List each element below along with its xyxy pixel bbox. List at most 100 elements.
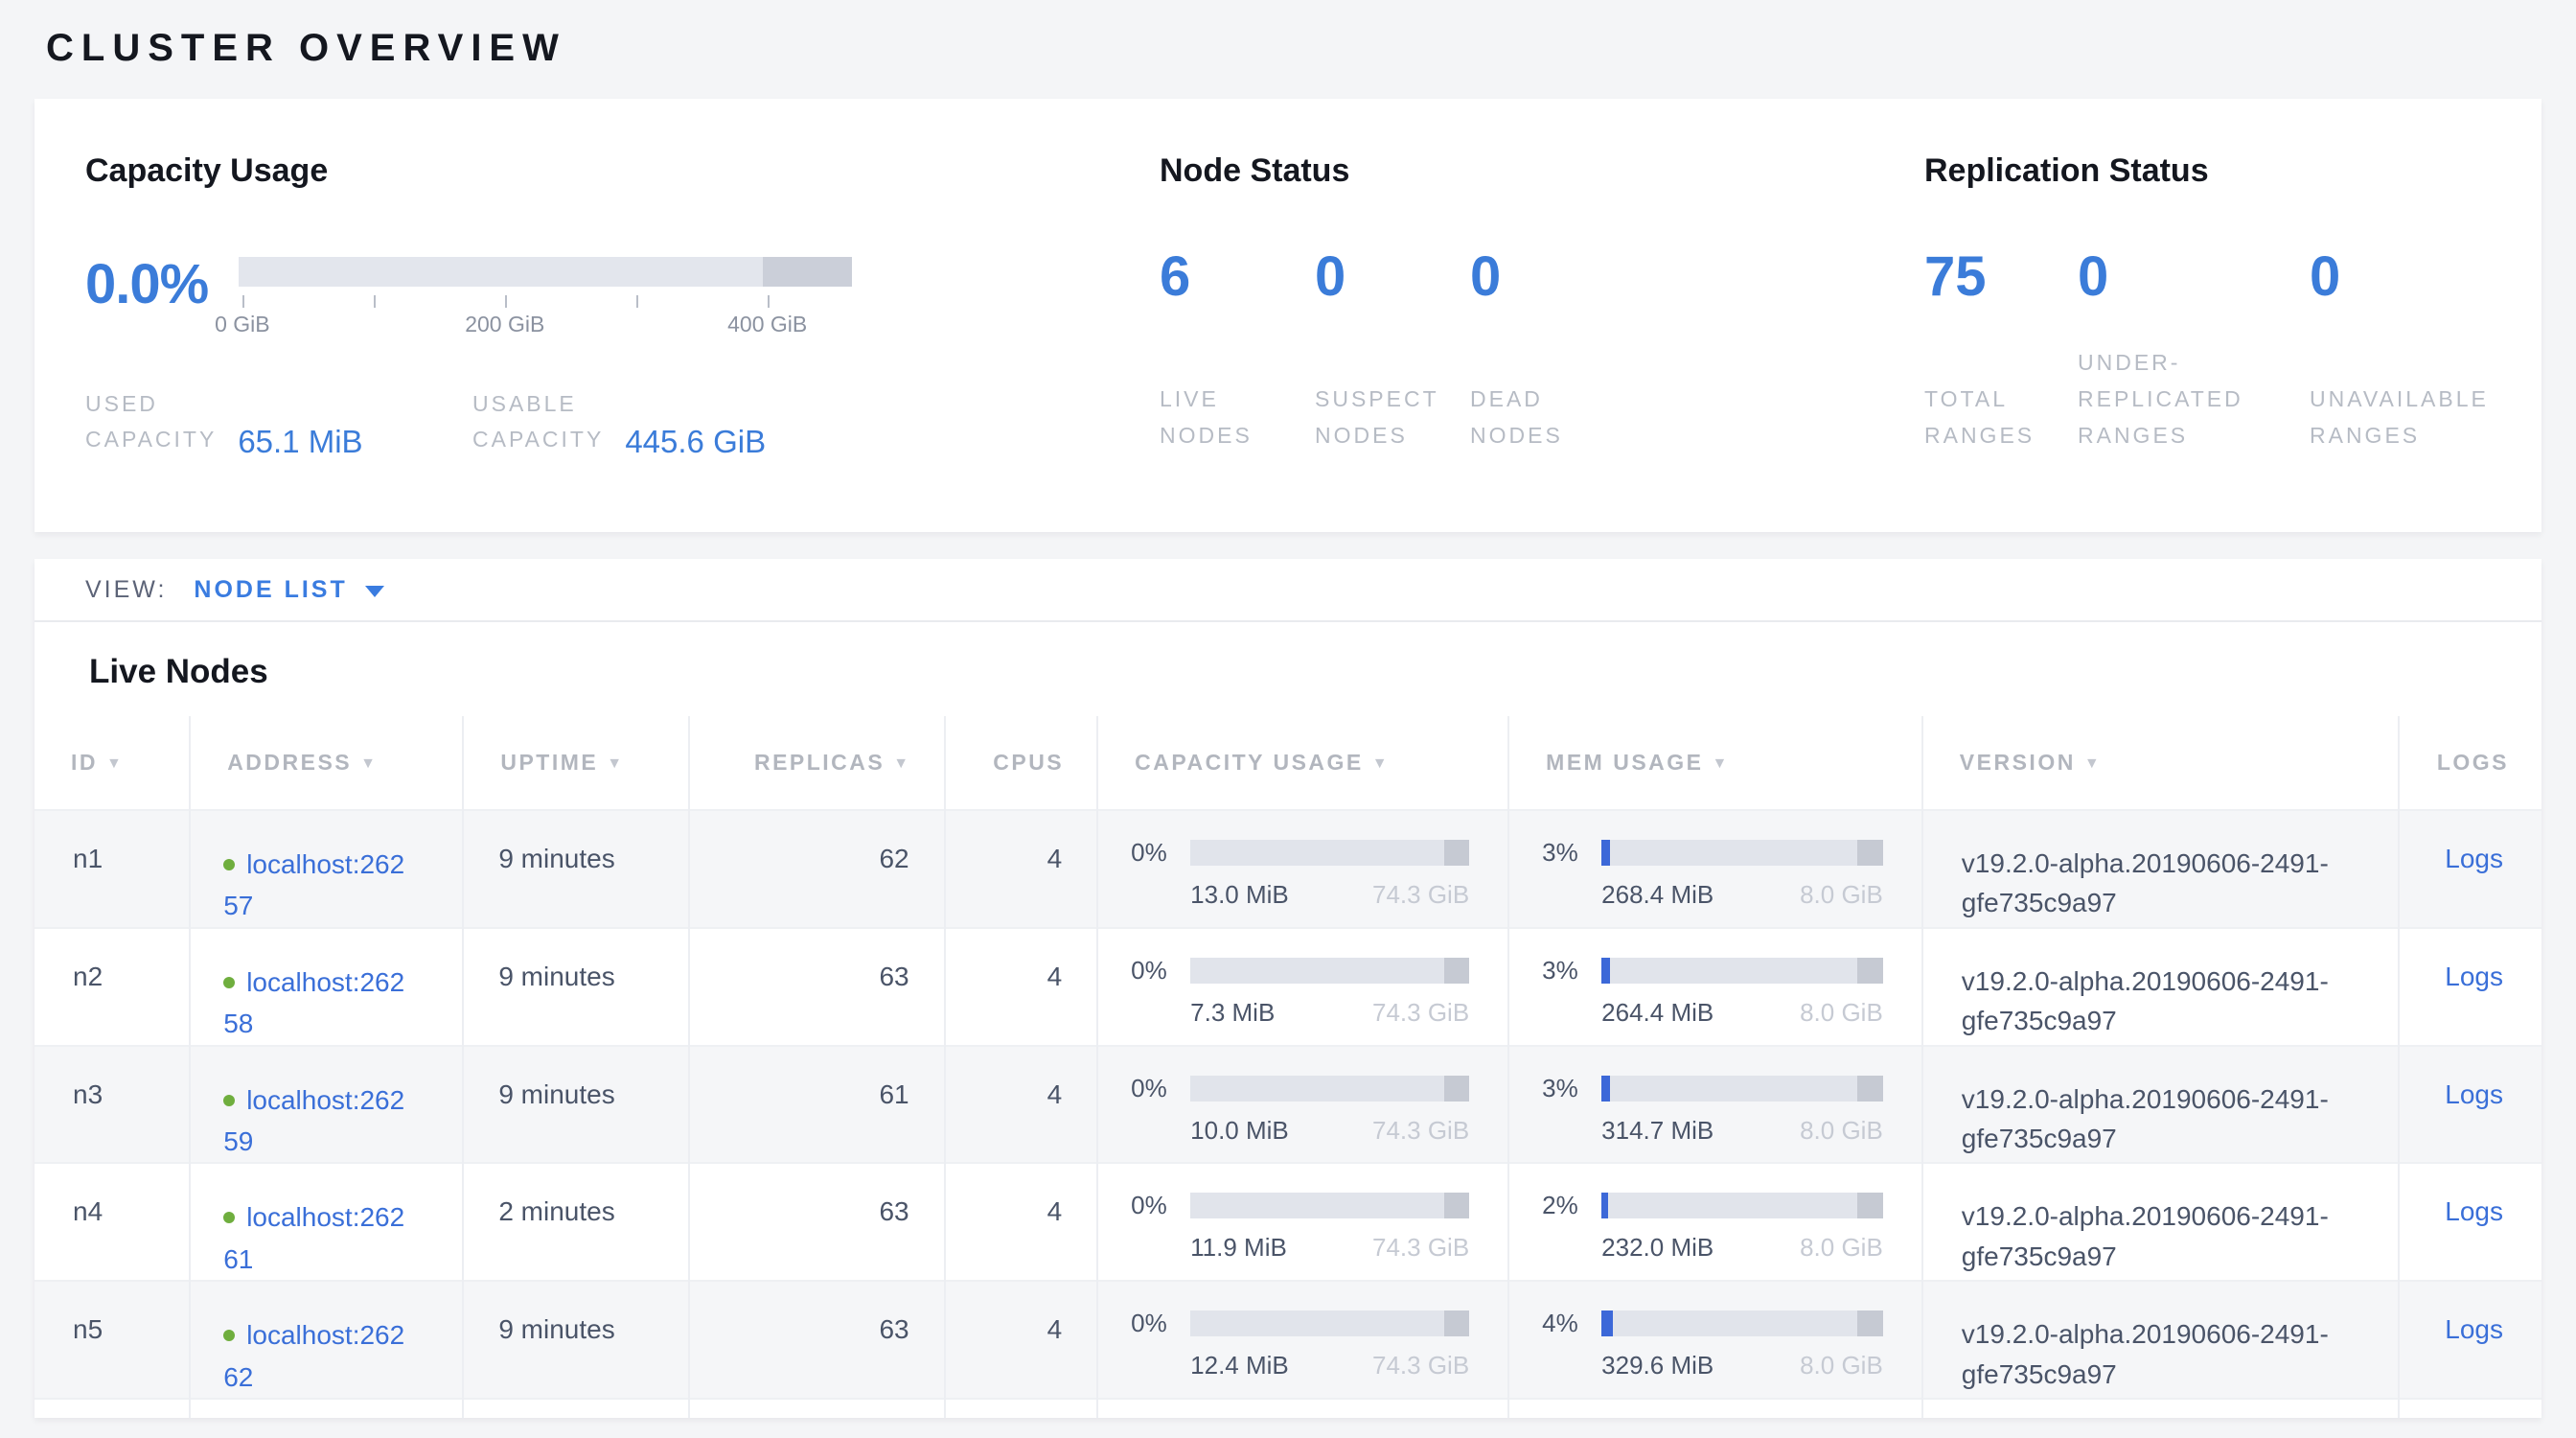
node-address-link[interactable]: localhost:26259	[223, 1085, 404, 1156]
col-header-address[interactable]: ADDRESS▼	[190, 716, 463, 810]
capacity-usage-cell: 0%13.0 MiB74.3 GiB	[1097, 810, 1508, 928]
capacity-usage-bar	[1190, 1193, 1469, 1218]
live-nodes-table: ID▼ADDRESS▼UPTIME▼REPLICAS▼CPUSCAPACITY …	[34, 716, 2542, 1418]
node-id-cell: n2	[34, 928, 190, 1046]
capacity-stat: USABLECAPACITY445.6 GiB	[472, 386, 766, 457]
capacity-usage-bar	[1190, 1076, 1469, 1102]
node-status-stat-label-line: NODES	[1160, 418, 1315, 454]
node-status-stat-value: 6	[1160, 249, 1315, 305]
mem-usage-used-fill	[1601, 1310, 1613, 1336]
node-address-link[interactable]: localhost:26261	[223, 1202, 404, 1273]
capacity-usage-cell: 0%7.3 MiB74.3 GiB	[1097, 928, 1508, 1046]
logs-link[interactable]: Logs	[2445, 844, 2503, 873]
node-status-stat-label: LIVENODES	[1160, 382, 1315, 454]
table-row: n5localhost:262629 minutes6340%12.4 MiB7…	[34, 1281, 2542, 1399]
logs-link[interactable]: Logs	[2445, 1079, 2503, 1109]
col-header-label: UPTIME	[500, 750, 598, 775]
node-status-stat: 6 LIVENODES	[1160, 249, 1315, 454]
node-replicas-cell: 61	[689, 1046, 945, 1164]
mem-usage-total-value: 8.0 GiB	[1800, 1233, 1883, 1263]
node-version-cell: v19.2.0-alpha.20190606-2491-gfe735c9a97	[1922, 928, 2399, 1046]
capacity-stat-value: 445.6 GiB	[625, 425, 766, 459]
col-header-label: VERSION	[1960, 750, 2076, 775]
capacity-usage-reserved-segment	[1444, 1193, 1469, 1218]
col-header-version[interactable]: VERSION ▼	[1922, 716, 2399, 810]
partial-cell	[1097, 1399, 1508, 1418]
gauge-tick-label: 0 GiB	[215, 312, 270, 337]
node-status-stat-label-line: LIVE	[1160, 382, 1315, 418]
node-logs-cell: Logs	[2399, 810, 2542, 928]
logs-link[interactable]: Logs	[2445, 1196, 2503, 1226]
gauge-tick-mark	[505, 295, 507, 308]
table-row-partial	[34, 1399, 2542, 1418]
col-header-capacity-usage[interactable]: CAPACITY USAGE▼	[1097, 716, 1508, 810]
sort-caret-icon: ▼	[893, 755, 910, 772]
col-header-cpus: CPUS	[945, 716, 1098, 810]
node-address-cell: localhost:26258	[190, 928, 463, 1046]
node-status-stat-label-line: NODES	[1470, 418, 1563, 454]
node-address-link[interactable]: localhost:26262	[223, 1320, 404, 1391]
mem-usage-values: 264.4 MiB8.0 GiB	[1601, 998, 1883, 1028]
capacity-usage-bar	[1190, 840, 1469, 866]
node-cpus-cell: 4	[945, 1163, 1098, 1281]
col-header-id[interactable]: ID▼	[34, 716, 190, 810]
logs-link[interactable]: Logs	[2445, 962, 2503, 991]
live-nodes-title: Live Nodes	[34, 622, 2542, 716]
mem-usage-percent: 3%	[1542, 956, 1601, 986]
gauge-tick-mark	[768, 295, 770, 308]
mem-usage-values: 314.7 MiB8.0 GiB	[1601, 1116, 1883, 1146]
node-address-cell: localhost:26262	[190, 1281, 463, 1399]
capacity-usage-bar-row: 0%	[1131, 838, 1469, 868]
replication-stat-label-line: RANGES	[1924, 418, 2078, 454]
capacity-gauge-reserved-segment	[763, 257, 852, 287]
mem-usage-reserved-segment	[1857, 1076, 1882, 1102]
capacity-usage-bar-row: 0%	[1131, 1191, 1469, 1220]
replication-stat-label-line: RANGES	[2310, 418, 2489, 454]
mem-usage-reserved-segment	[1857, 1310, 1882, 1336]
node-status-stat-label-line: NODES	[1315, 418, 1470, 454]
col-header-mem-usage[interactable]: MEM USAGE▼	[1508, 716, 1922, 810]
node-version-cell: v19.2.0-alpha.20190606-2491-gfe735c9a97	[1922, 1046, 2399, 1164]
col-header-label: CPUS	[993, 750, 1064, 775]
view-selected-value: NODE LIST	[194, 576, 347, 604]
node-status-stat-label: DEADNODES	[1470, 382, 1563, 454]
capacity-usage-used-value: 12.4 MiB	[1190, 1351, 1289, 1380]
col-header-label: REPLICAS	[754, 750, 885, 775]
node-status-stat-value: 0	[1315, 249, 1470, 305]
mem-usage-used-fill	[1601, 1193, 1607, 1218]
col-header-logs: LOGS	[2399, 716, 2542, 810]
table-row: n4localhost:262612 minutes6340%11.9 MiB7…	[34, 1163, 2542, 1281]
node-status-stat: 0 DEADNODES	[1470, 249, 1563, 454]
sort-caret-icon: ▼	[2084, 755, 2102, 772]
mem-usage-used-fill	[1601, 958, 1610, 984]
node-id-cell: n4	[34, 1163, 190, 1281]
node-address-link[interactable]: localhost:26258	[223, 967, 404, 1038]
partial-cell	[190, 1399, 463, 1418]
live-status-dot-icon	[223, 1095, 235, 1106]
mem-usage-cell: 4%329.6 MiB8.0 GiB	[1508, 1281, 1922, 1399]
capacity-stat: USEDCAPACITY65.1 MiB	[85, 386, 472, 457]
replication-stat-value: 0	[2078, 249, 2310, 305]
col-header-replicas[interactable]: REPLICAS ▼	[689, 716, 945, 810]
sort-caret-icon: ▼	[360, 755, 378, 772]
node-replicas-cell: 63	[689, 1163, 945, 1281]
view-bar: VIEW: NODE LIST	[34, 559, 2542, 622]
mem-usage-bar	[1601, 958, 1883, 984]
mem-usage-bar	[1601, 1310, 1883, 1336]
mem-usage-cell: 3%268.4 MiB8.0 GiB	[1508, 810, 1922, 928]
logs-link[interactable]: Logs	[2445, 1314, 2503, 1344]
mem-usage-percent: 3%	[1542, 838, 1601, 868]
page-title: CLUSTER OVERVIEW	[46, 27, 2542, 70]
col-header-uptime[interactable]: UPTIME▼	[463, 716, 688, 810]
capacity-usage-cell: 0%12.4 MiB74.3 GiB	[1097, 1281, 1508, 1399]
node-status-stat-label: SUSPECTNODES	[1315, 382, 1470, 454]
table-header-row: ID▼ADDRESS▼UPTIME▼REPLICAS▼CPUSCAPACITY …	[34, 716, 2542, 810]
col-header-label: CAPACITY USAGE	[1135, 750, 1364, 775]
view-selector-dropdown[interactable]: NODE LIST	[194, 576, 383, 604]
node-address-link[interactable]: localhost:26257	[223, 849, 404, 920]
node-status-stat-value: 0	[1470, 249, 1563, 305]
table-row: n1localhost:262579 minutes6240%13.0 MiB7…	[34, 810, 2542, 928]
capacity-gauge: 0 GiB200 GiB400 GiB	[239, 257, 852, 346]
mem-usage-cell: 2%232.0 MiB8.0 GiB	[1508, 1163, 1922, 1281]
mem-usage-reserved-segment	[1857, 958, 1882, 984]
